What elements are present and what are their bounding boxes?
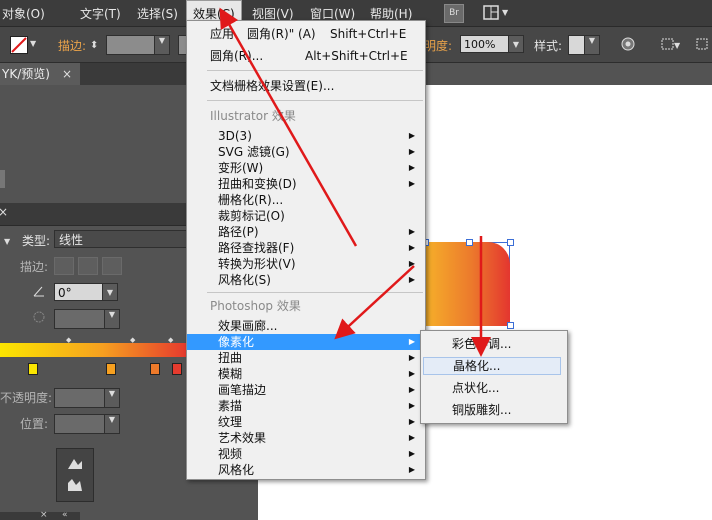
- annotation-arrows: [219, 7, 491, 357]
- arrow-to-pixelate: [334, 265, 415, 340]
- arrow-to-effect-menu: [219, 7, 358, 247]
